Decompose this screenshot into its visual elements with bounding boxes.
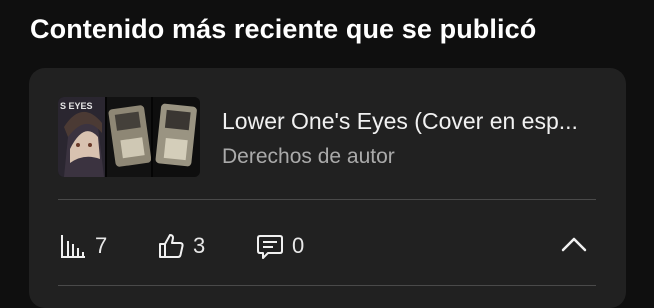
copyright-label: Derechos de autor <box>222 145 395 168</box>
likes-stat[interactable]: 3 <box>157 231 205 261</box>
divider <box>58 285 596 286</box>
divider <box>58 199 596 200</box>
bar-chart-icon <box>59 232 87 260</box>
views-stat[interactable]: 7 <box>59 231 107 261</box>
views-count: 7 <box>95 233 108 258</box>
video-thumbnail[interactable]: S EYES <box>58 97 200 177</box>
comments-stat[interactable]: 0 <box>256 231 304 261</box>
comment-icon <box>256 232 284 260</box>
video-title[interactable]: Lower One's Eyes (Cover en esp... <box>222 108 602 135</box>
section-title: Contenido más reciente que se publicó <box>30 14 537 44</box>
chevron-up-icon <box>561 237 587 252</box>
collapse-button[interactable] <box>559 230 589 260</box>
thumbnail-art: S EYES <box>58 97 200 177</box>
latest-content-card: S EYES Lower One's Eyes (Cover en esp...… <box>29 68 626 308</box>
thumbs-up-icon <box>157 232 185 260</box>
comments-count: 0 <box>292 233 305 258</box>
thumbnail-text: S EYES <box>60 101 93 111</box>
likes-count: 3 <box>193 233 206 258</box>
